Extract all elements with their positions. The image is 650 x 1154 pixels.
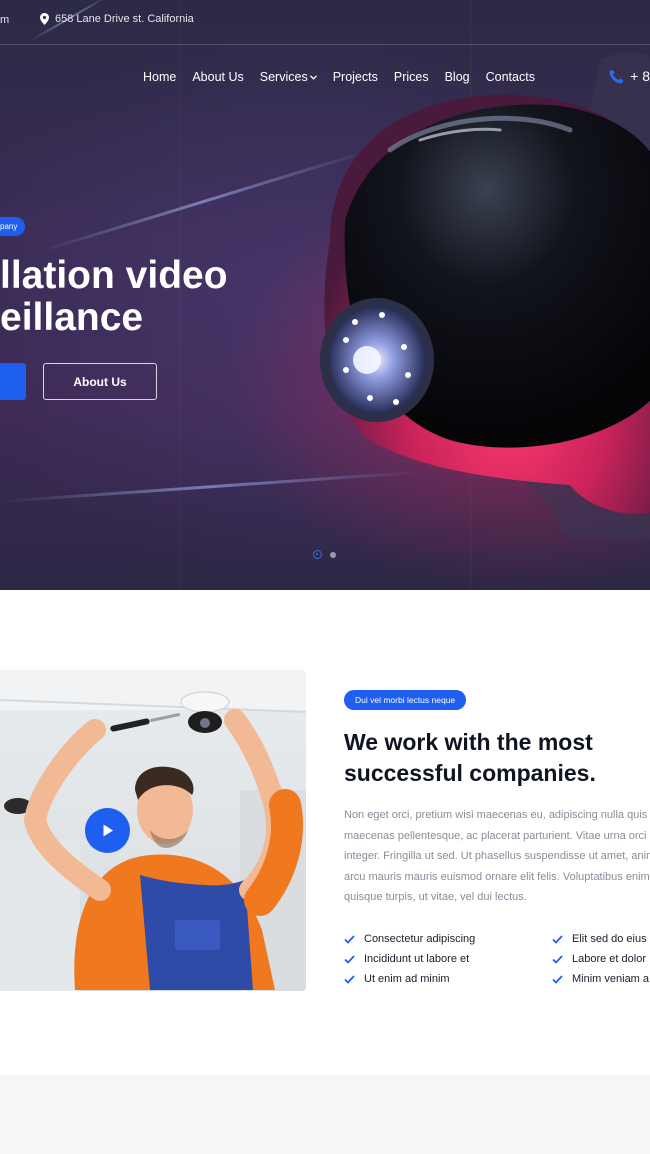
hero-about-button[interactable]: About Us xyxy=(43,363,157,400)
section-title: We work with the most successful compani… xyxy=(344,727,596,789)
checklist-item: Elit sed do eius xyxy=(552,933,647,945)
paragraph-line: quisque turpis, ut vitae, vel dui lectus… xyxy=(344,891,527,903)
security-camera-image xyxy=(320,51,650,540)
chevron-down-icon xyxy=(309,74,317,80)
address-text: 658 Lane Drive st. California xyxy=(55,13,194,25)
main-nav: Home About Us Services Projects Prices B… xyxy=(143,70,551,84)
checklist-item-label: Ut enim ad minim xyxy=(364,973,450,985)
section-title-line1: We work with the most xyxy=(344,729,593,755)
nav-item-prices[interactable]: Prices xyxy=(394,70,429,84)
checklist-item: Ut enim ad minim xyxy=(344,973,450,985)
phone-icon xyxy=(609,69,624,83)
slider-dot-1[interactable] xyxy=(313,550,322,559)
slider-dots xyxy=(313,550,336,559)
slider-dot-2[interactable] xyxy=(330,551,336,558)
section-badge: Dui vel morbi lectus neque xyxy=(344,690,467,710)
hero-primary-button[interactable] xyxy=(0,363,26,400)
hero-badge: pany xyxy=(0,217,26,236)
checkmark-icon xyxy=(552,934,563,944)
paragraph-line: arcu mauris mauris euismod ornare elit f… xyxy=(344,870,650,883)
checklist-item-label: Minim veniam a xyxy=(572,973,650,985)
top-bar-address: 658 Lane Drive st. California xyxy=(40,13,194,25)
section-title-line2: successful companies. xyxy=(344,760,596,786)
technician-photo xyxy=(0,670,306,991)
hero-title-line1: llation video xyxy=(0,254,228,297)
phone-number: + 8 xyxy=(630,68,650,84)
checklist-item: Minim veniam a xyxy=(552,973,649,985)
nav-item-projects[interactable]: Projects xyxy=(333,70,378,84)
checklist-item: Incididunt ut labore et xyxy=(344,953,469,965)
checkmark-icon xyxy=(344,974,355,984)
play-icon xyxy=(103,824,113,837)
checklist-item: Labore et dolor xyxy=(552,953,646,965)
hero-title: llation video eillance xyxy=(0,255,228,339)
checkmark-icon xyxy=(344,934,355,944)
nav-item-services[interactable]: Services xyxy=(260,70,317,84)
paragraph-line: Non eget orci, pretium wisi maecenas eu,… xyxy=(344,809,648,821)
paragraph-line: maecenas pellentesque, ac placerat partu… xyxy=(344,829,647,842)
nav-item-blog[interactable]: Blog xyxy=(445,70,470,84)
checklist-item-label: Labore et dolor xyxy=(572,953,646,965)
checkmark-icon xyxy=(552,974,563,984)
next-section-background xyxy=(0,1075,650,1154)
top-bar-email-fragment[interactable]: m xyxy=(0,14,9,26)
checkmark-icon xyxy=(344,954,355,964)
checkmark-icon xyxy=(552,954,563,964)
nav-item-about[interactable]: About Us xyxy=(192,70,243,84)
top-bar: m 658 Lane Drive st. California xyxy=(0,0,650,45)
hero-title-line2: eillance xyxy=(0,296,144,339)
nav-item-services-label: Services xyxy=(259,70,308,84)
checklist-item-label: Incididunt ut labore et xyxy=(364,953,470,965)
section-paragraph: Non eget orci, pretium wisi maecenas eu,… xyxy=(344,805,650,908)
checklist-item: Consectetur adipiscing xyxy=(344,933,475,945)
hero-section: m 658 Lane Drive st. California Home Abo… xyxy=(0,0,650,590)
checklist-item-label: Consectetur adipiscing xyxy=(364,933,476,945)
nav-item-contacts[interactable]: Contacts xyxy=(486,70,535,84)
header-phone[interactable]: + 8 xyxy=(609,68,650,84)
technician-image xyxy=(0,670,306,991)
checklist-item-label: Elit sed do eius xyxy=(572,933,647,945)
map-pin-icon xyxy=(40,13,49,25)
nav-item-home[interactable]: Home xyxy=(143,70,176,84)
paragraph-line: integer. Fringilla ut sed. Ut phasellus … xyxy=(344,850,650,862)
video-play-button[interactable] xyxy=(85,808,130,853)
